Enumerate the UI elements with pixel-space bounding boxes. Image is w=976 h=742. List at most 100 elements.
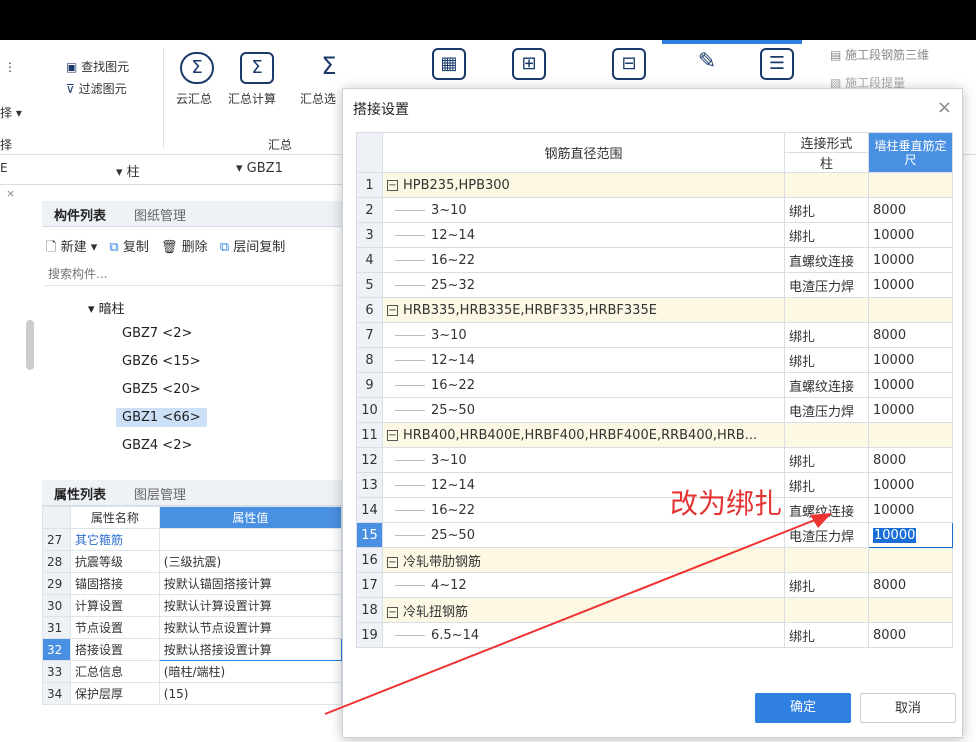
range-cell[interactable]: 4~12 — [382, 572, 785, 598]
table-row[interactable]: 3 12~14 绑扎 10000 — [356, 222, 953, 248]
length-cell[interactable]: 8000 — [868, 572, 953, 598]
group-row[interactable]: 6− HRB335,HRB335E,HRBF335,HRBF335E — [356, 297, 953, 323]
edit-pen-icon[interactable]: ✎ — [690, 48, 724, 80]
range-cell[interactable]: 16~22 — [382, 372, 785, 398]
length-cell[interactable] — [868, 172, 953, 198]
table-row[interactable]: 15 25~50 电渣压力焊 10000 — [356, 522, 953, 548]
connection-cell[interactable]: 直螺纹连接 — [784, 497, 869, 523]
prop-value[interactable]: 按默认锚固搭接计算 — [158, 572, 343, 595]
connection-cell[interactable]: 电渣压力焊 — [784, 397, 869, 423]
table-row[interactable]: 17 4~12 绑扎 8000 — [356, 572, 953, 598]
ok-button[interactable]: 确定 — [755, 693, 851, 723]
filter-element-button[interactable]: ⊽ 过滤图元 — [66, 80, 127, 97]
length-cell[interactable] — [868, 547, 953, 573]
prop-value[interactable]: 按默认节点设置计算 — [158, 616, 343, 639]
table-row[interactable]: 29 锚固搭接 按默认锚固搭接计算 — [42, 572, 343, 595]
group-row[interactable]: 16− 冷轧带肋钢筋 — [356, 547, 953, 573]
length-cell[interactable]: 10000 — [868, 372, 953, 398]
sum-calc-icon[interactable]: Σ — [240, 52, 274, 84]
connection-cell[interactable]: 绑扎 — [784, 197, 869, 223]
range-cell[interactable]: 3~10 — [382, 447, 785, 473]
sum-select-icon[interactable]: Σ — [312, 52, 346, 84]
connection-cell[interactable]: 绑扎 — [784, 572, 869, 598]
length-cell[interactable] — [868, 422, 953, 448]
table-row[interactable]: 8 12~14 绑扎 10000 — [356, 347, 953, 373]
connection-cell[interactable]: 直螺纹连接 — [784, 247, 869, 273]
scrollbar[interactable] — [26, 320, 34, 370]
range-cell[interactable]: − 冷轧带肋钢筋 — [382, 547, 785, 573]
tab-component-list[interactable]: 构件列表 — [54, 205, 106, 224]
range-cell[interactable]: − HPB235,HPB300 — [382, 172, 785, 198]
table-row[interactable]: 33 汇总信息 (暗柱/端柱) — [42, 660, 343, 683]
table-row[interactable]: 31 节点设置 按默认节点设置计算 — [42, 616, 343, 639]
table-row[interactable]: 4 16~22 直螺纹连接 10000 — [356, 247, 953, 273]
table-row-selected[interactable]: 32 搭接设置 按默认搭接设置计算 — [42, 638, 343, 661]
connection-cell[interactable] — [784, 422, 869, 448]
length-cell[interactable]: 10000 — [868, 497, 953, 523]
component-search-input[interactable] — [44, 262, 342, 286]
table-row[interactable]: 14 16~22 直螺纹连接 10000 — [356, 497, 953, 523]
group-row[interactable]: 11− HRB400,HRB400E,HRBF400,HRBF400E,RRB40… — [356, 422, 953, 448]
range-cell[interactable]: 25~50 — [382, 397, 785, 423]
connection-cell[interactable]: 绑扎 — [784, 322, 869, 348]
table-row[interactable]: 7 3~10 绑扎 8000 — [356, 322, 953, 348]
table-row[interactable]: 10 25~50 电渣压力焊 10000 — [356, 397, 953, 423]
range-cell[interactable]: 25~32 — [382, 272, 785, 298]
new-button[interactable]: 🗋 新建 ▾ — [46, 240, 97, 255]
close-icon[interactable]: × — [937, 97, 952, 118]
table-row[interactable]: 5 25~32 电渣压力焊 10000 — [356, 272, 953, 298]
table-row[interactable]: 13 12~14 绑扎 10000 — [356, 472, 953, 498]
connection-cell[interactable]: 电渣压力焊 — [784, 522, 869, 548]
tab-layer-manage[interactable]: 图层管理 — [134, 484, 186, 503]
table-row[interactable]: 30 计算设置 按默认计算设置计算 — [42, 594, 343, 617]
rebar-3d-button[interactable]: ▤ 施工段钢筋三维 — [830, 46, 929, 63]
tree-root-anzhu[interactable]: ▾ 暗柱 — [88, 298, 125, 317]
prop-value[interactable] — [158, 528, 343, 551]
ladder-icon[interactable]: ☰ — [760, 48, 794, 80]
connection-cell[interactable] — [784, 172, 869, 198]
range-cell[interactable]: − HRB400,HRB400E,HRBF400,HRBF400E,RRB400,… — [382, 422, 785, 448]
connection-cell[interactable]: 绑扎 — [784, 622, 869, 648]
length-cell[interactable]: 8000 — [868, 322, 953, 348]
table-row[interactable]: 9 16~22 直螺纹连接 10000 — [356, 372, 953, 398]
connection-cell[interactable] — [784, 547, 869, 573]
cloud-sum-icon[interactable]: Σ — [180, 52, 214, 84]
range-cell[interactable]: 12~14 — [382, 347, 785, 373]
table-row[interactable]: 28 抗震等级 (三级抗震) — [42, 550, 343, 573]
length-cell[interactable]: 8000 — [868, 447, 953, 473]
prop-value-editing[interactable]: 按默认搭接设置计算 — [158, 638, 343, 661]
length-cell-editing[interactable]: 10000 — [868, 522, 953, 548]
length-cell[interactable]: 10000 — [868, 472, 953, 498]
connection-cell[interactable]: 绑扎 — [784, 447, 869, 473]
cancel-button[interactable]: 取消 — [860, 693, 956, 723]
range-cell[interactable]: − 冷轧扭钢筋 — [382, 597, 785, 623]
connection-cell[interactable] — [784, 597, 869, 623]
name-dropdown[interactable]: ▾ GBZ1 — [236, 161, 283, 176]
prop-value[interactable]: (暗柱/端柱) — [158, 660, 343, 683]
report-icon[interactable]: ▦ — [432, 48, 466, 80]
range-cell[interactable]: 3~10 — [382, 197, 785, 223]
floor-copy-button[interactable]: ⧉ 层间复制 — [220, 240, 285, 255]
length-cell[interactable]: 8000 — [868, 197, 953, 223]
close-icon[interactable]: × — [6, 187, 15, 200]
tree-item[interactable]: GBZ5 <20> — [122, 382, 201, 397]
rebar-search-icon[interactable]: ⊟ — [612, 48, 646, 80]
type-dropdown[interactable]: ▾ 柱 — [116, 161, 140, 180]
connection-cell[interactable]: 直螺纹连接 — [784, 372, 869, 398]
length-cell[interactable] — [868, 297, 953, 323]
delete-button[interactable]: 🗑 删除 — [161, 240, 208, 255]
length-cell[interactable]: 10000 — [868, 272, 953, 298]
table-row[interactable]: 34 保护层厚 (15) — [42, 682, 343, 705]
range-cell[interactable]: 25~50 — [382, 522, 785, 548]
range-cell[interactable]: 6.5~14 — [382, 622, 785, 648]
prop-value[interactable]: (15) — [158, 682, 343, 705]
connection-cell[interactable]: 绑扎 — [784, 222, 869, 248]
connection-cell[interactable]: 绑扎 — [784, 472, 869, 498]
connection-cell[interactable]: 绑扎 — [784, 347, 869, 373]
length-cell[interactable]: 10000 — [868, 397, 953, 423]
group-row[interactable]: 18− 冷轧扭钢筋 — [356, 597, 953, 623]
group-row[interactable]: 1− HPB235,HPB300 — [356, 172, 953, 198]
tab-property-list[interactable]: 属性列表 — [54, 484, 106, 503]
prop-value[interactable]: (三级抗震) — [158, 550, 343, 573]
table-row[interactable]: 12 3~10 绑扎 8000 — [356, 447, 953, 473]
